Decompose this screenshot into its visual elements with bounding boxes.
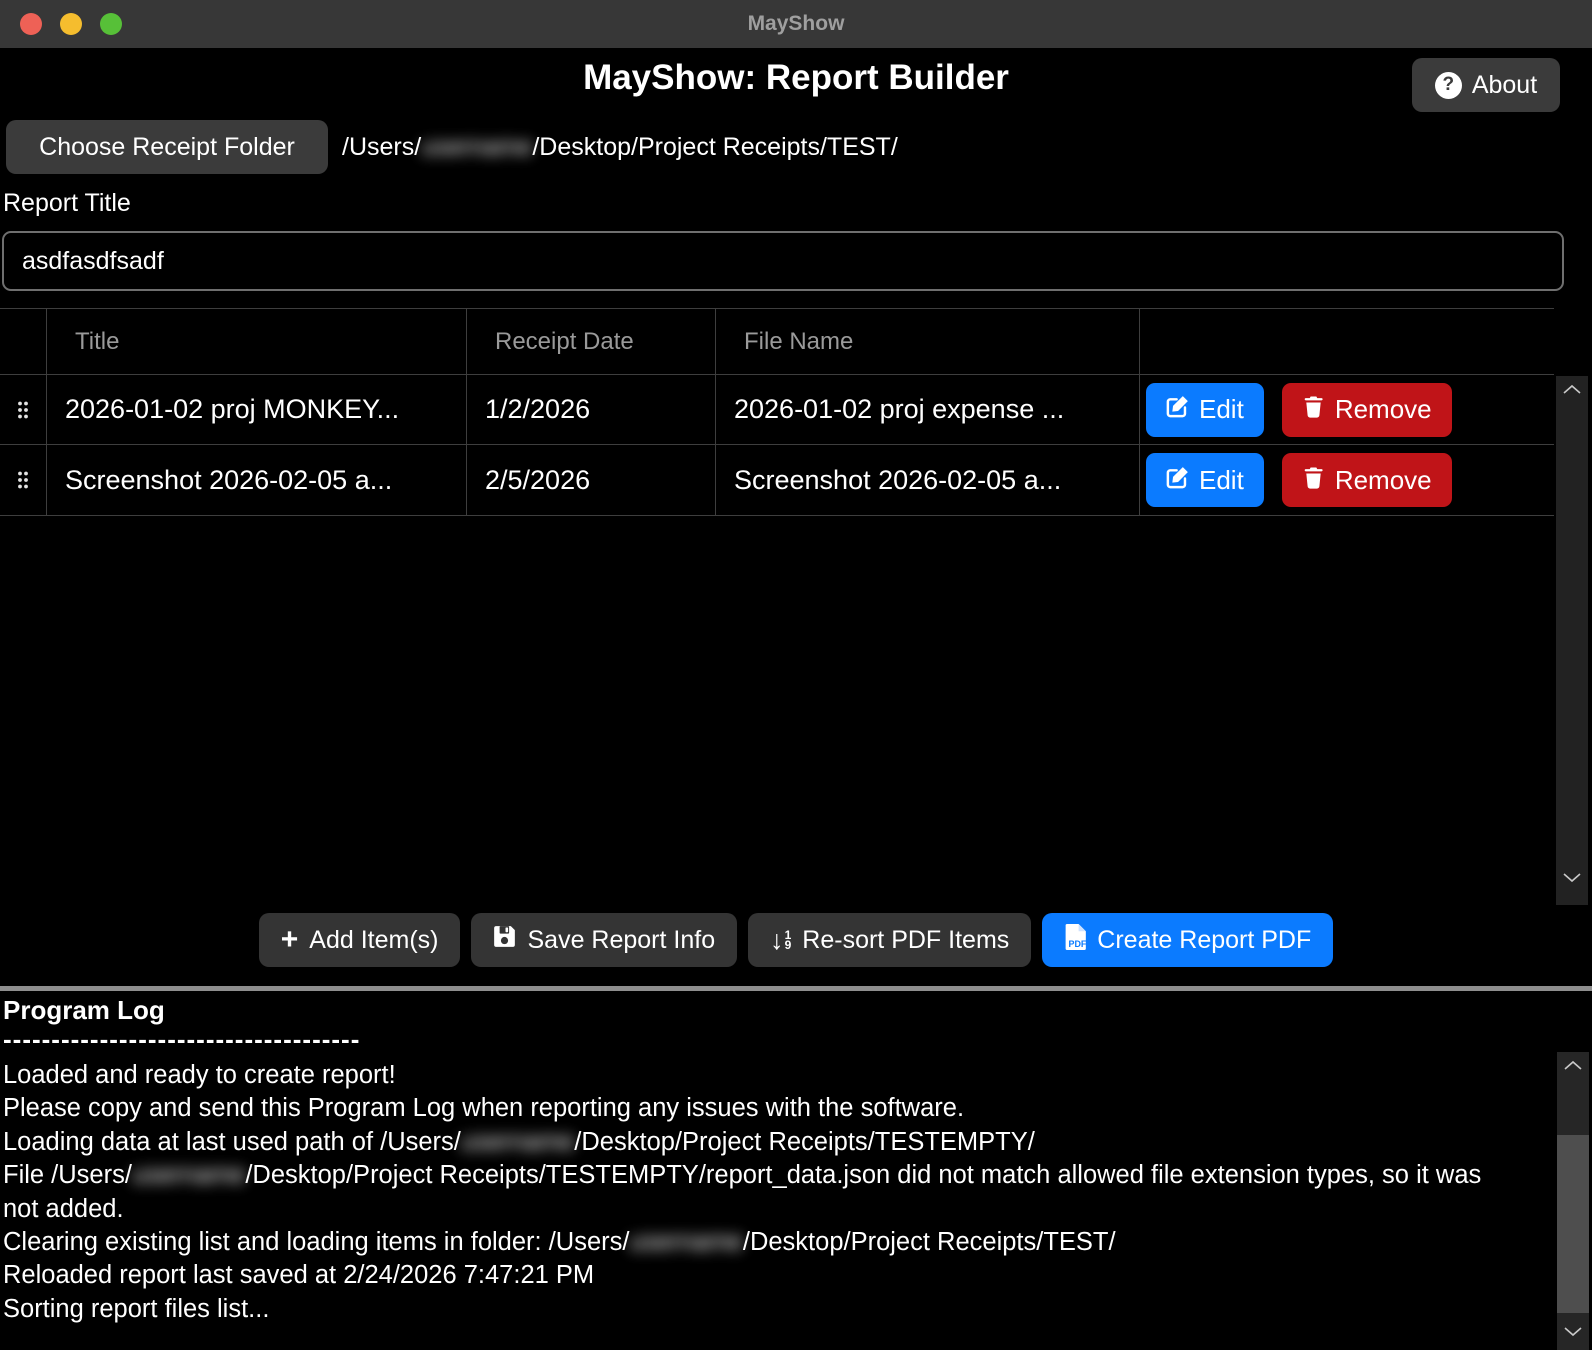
cell-actions: Edit Remove [1140,375,1554,444]
column-header-title: Title [47,309,467,374]
choose-receipt-folder-button[interactable]: Choose Receipt Folder [6,120,328,174]
save-report-info-button[interactable]: Save Report Info [471,913,737,967]
pencil-square-icon [1166,394,1189,425]
remove-button-label: Remove [1335,465,1432,496]
edit-button-label: Edit [1199,465,1244,496]
cell-receipt-date: 2/5/2026 [467,445,716,515]
sort-numeric-down-icon: ↓ 19 [770,927,791,954]
row-handle-cell [0,445,47,515]
remove-button[interactable]: Remove [1282,383,1452,437]
drag-handle-icon[interactable] [16,400,30,420]
svg-text:PDF: PDF [1069,939,1087,949]
chevron-down-icon[interactable] [1557,1326,1589,1337]
cell-item-title: Screenshot 2026-02-05 a... [47,445,467,515]
save-report-info-label: Save Report Info [527,926,715,955]
log-dashed-separator: ------------------------------------- [3,1024,360,1055]
chevron-up-icon[interactable] [1557,1060,1589,1071]
drag-handle-icon[interactable] [16,470,30,490]
report-items-table: Title Receipt Date File Name 2026-01-02 … [0,308,1554,516]
pencil-square-icon [1166,465,1189,496]
header-handle-cell [0,309,47,374]
window-titlebar: MayShow [0,0,1592,48]
create-report-pdf-label: Create Report PDF [1097,926,1311,955]
log-scrollbar-thumb[interactable] [1557,1135,1589,1313]
log-line: Loaded and ready to create report! [3,1059,1521,1092]
resort-pdf-items-label: Re-sort PDF Items [802,926,1009,955]
resort-pdf-items-button[interactable]: ↓ 19 Re-sort PDF Items [748,913,1031,967]
log-scrollbar[interactable] [1557,1052,1589,1350]
table-header-row: Title Receipt Date File Name [0,309,1554,375]
log-redacted-username: username [629,1228,742,1256]
column-header-file-name: File Name [716,309,1140,374]
add-items-button[interactable]: + Add Item(s) [259,913,461,967]
cell-receipt-date: 1/2/2026 [467,375,716,444]
table-row: 2026-01-02 proj MONKEY... 1/2/2026 2026-… [0,375,1554,445]
program-log-heading: Program Log [3,995,165,1026]
floppy-save-icon [493,925,516,955]
log-line: Loading data at last used path of /Users… [3,1126,1521,1159]
about-button-label: About [1472,71,1537,100]
log-redacted-username: username [132,1161,245,1189]
table-scrollbar[interactable] [1556,376,1588,905]
report-title-label: Report Title [3,189,131,218]
log-redacted-username: username [461,1128,574,1156]
receipt-folder-path: /Users/username/Desktop/Project Receipts… [342,120,898,174]
cell-item-title: 2026-01-02 proj MONKEY... [47,375,467,444]
chevron-down-icon[interactable] [1556,872,1588,883]
remove-button[interactable]: Remove [1282,453,1452,507]
row-handle-cell [0,375,47,444]
log-line: Reloaded report last saved at 2/24/2026 … [3,1259,1521,1292]
path-redacted-username: username [421,133,532,161]
create-report-pdf-button[interactable]: PDF Create Report PDF [1042,913,1333,967]
chevron-up-icon[interactable] [1556,384,1588,395]
cell-file-name: Screenshot 2026-02-05 a... [716,445,1140,515]
edit-button[interactable]: Edit [1146,383,1264,437]
zoom-window-button[interactable] [100,13,122,35]
bottom-toolbar: + Add Item(s) Save Report Info ↓ 19 Re-s… [0,913,1592,967]
trash-icon [1302,465,1325,496]
about-button[interactable]: ? About [1412,58,1560,112]
column-header-actions [1140,309,1554,374]
log-line: File /Users/username/Desktop/Project Rec… [3,1159,1521,1226]
page-title: MayShow: Report Builder [0,58,1592,98]
minimize-window-button[interactable] [60,13,82,35]
remove-button-label: Remove [1335,394,1432,425]
column-header-receipt-date: Receipt Date [467,309,716,374]
path-suffix: /Desktop/Project Receipts/TEST/ [532,133,897,161]
add-items-label: Add Item(s) [309,926,438,955]
path-prefix: /Users/ [342,133,421,161]
log-section-divider [0,986,1592,991]
edit-button-label: Edit [1199,394,1244,425]
cell-file-name: 2026-01-02 proj expense ... [716,375,1140,444]
close-window-button[interactable] [20,13,42,35]
log-line: Please copy and send this Program Log wh… [3,1092,1521,1125]
log-line: Clearing existing list and loading items… [3,1226,1521,1259]
program-log-text: Loaded and ready to create report! Pleas… [3,1059,1521,1326]
edit-button[interactable]: Edit [1146,453,1264,507]
plus-icon: + [281,925,299,955]
report-title-input[interactable] [2,231,1564,291]
window-title: MayShow [0,0,1592,48]
cell-actions: Edit Remove [1140,445,1554,515]
log-line: Sorting report files list... [3,1293,1521,1326]
trash-icon [1302,394,1325,425]
pdf-file-icon: PDF [1064,924,1086,957]
table-row: Screenshot 2026-02-05 a... 2/5/2026 Scre… [0,445,1554,515]
question-icon: ? [1435,72,1462,99]
